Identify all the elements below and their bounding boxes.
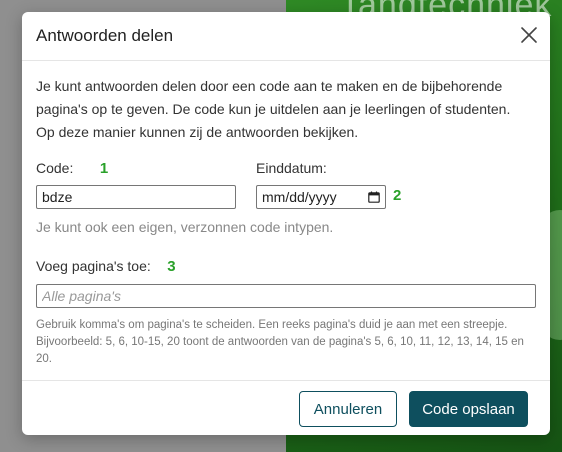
intro-line-1: Je kunt antwoorden delen door een code a… xyxy=(36,78,503,94)
code-label: Code: xyxy=(36,160,74,176)
code-input[interactable] xyxy=(36,185,236,209)
dialog-footer: Annuleren Code opslaan xyxy=(22,380,550,435)
end-date-input[interactable]: mm/dd/yyyy xyxy=(256,185,386,209)
pages-input[interactable] xyxy=(36,284,536,308)
date-label-row: Einddatum: xyxy=(256,160,536,178)
intro-text: Je kunt antwoorden delen door een code a… xyxy=(36,75,536,144)
pages-help-text: Gebruik komma's om pagina's te scheiden.… xyxy=(36,319,524,365)
intro-line-3: Op deze manier kunnen zij de antwoorden … xyxy=(36,124,359,140)
date-marker: 2 xyxy=(393,187,402,204)
intro-line-2: pagina's op te geven. De code kun je uit… xyxy=(36,101,511,117)
pages-marker: 3 xyxy=(167,258,176,275)
date-placeholder: mm/dd/yyyy xyxy=(262,189,337,205)
pages-label: Voeg pagina's toe: xyxy=(36,258,151,274)
share-answers-dialog: Antwoorden delen Je kunt antwoorden dele… xyxy=(22,12,550,435)
date-label: Einddatum: xyxy=(256,160,327,176)
cancel-button[interactable]: Annuleren xyxy=(299,391,397,427)
close-button[interactable] xyxy=(518,24,540,46)
calendar-icon[interactable] xyxy=(368,191,380,203)
pages-label-row: Voeg pagina's toe: 3 xyxy=(36,258,536,276)
close-icon xyxy=(521,27,537,43)
dialog-header: Antwoorden delen xyxy=(22,12,550,61)
code-hint: Je kunt ook een eigen, verzonnen code in… xyxy=(36,219,334,235)
dialog-body: Je kunt antwoorden delen door een code a… xyxy=(22,61,550,144)
save-code-button[interactable]: Code opslaan xyxy=(409,391,528,427)
dialog-title: Antwoorden delen xyxy=(36,26,174,45)
code-marker: 1 xyxy=(99,160,109,177)
